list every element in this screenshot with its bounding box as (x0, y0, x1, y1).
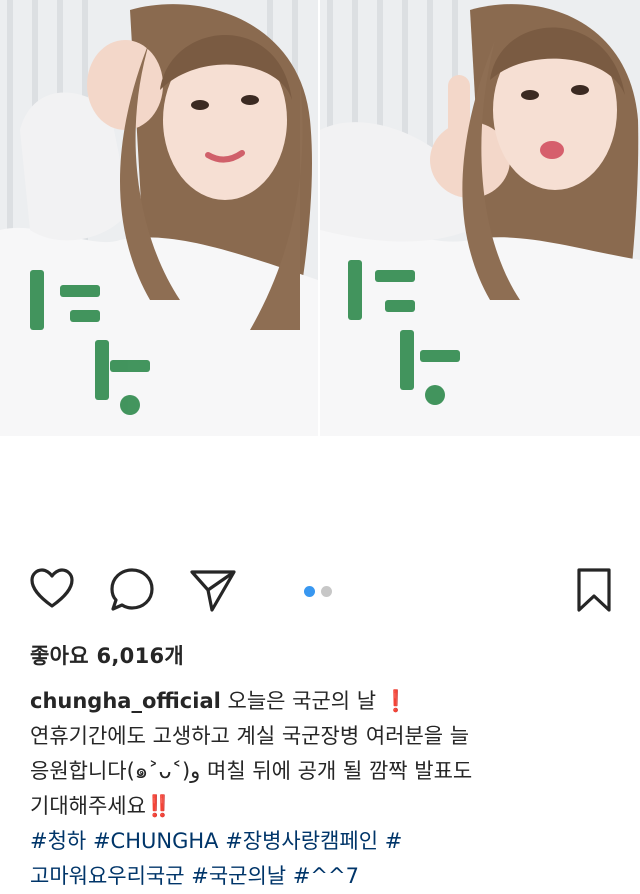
caption-line-1: chungha_official 오늘은 국군의 날 ❗ (30, 684, 620, 719)
photo-illustration-thumbs-up (320, 0, 640, 436)
comment-bubble-icon (110, 568, 154, 611)
hashtag-link[interactable]: #장병사랑캠페인 (225, 829, 378, 853)
hashtag-link[interactable]: #CHUNGHA (93, 829, 219, 853)
bookmark-icon (577, 568, 611, 612)
caption-line-3: 응원합니다(๑˃ᴗ˂)و 며칠 뒤에 공개 될 깜짝 발표도 (30, 759, 473, 783)
post-media-carousel[interactable] (0, 0, 640, 436)
caption-line-2: 연휴기간에도 고생하고 계실 국군장병 여러분을 늘 (30, 724, 470, 748)
share-button[interactable] (188, 566, 238, 618)
hashtag-link[interactable]: #청하 (30, 829, 86, 853)
post-action-bar (0, 566, 640, 618)
carousel-dot-active (304, 586, 315, 597)
post-hashtags: #청하 #CHUNGHA #장병사랑캠페인 # 고마워요우리국군 #국군의날 #… (30, 824, 620, 894)
hashtag-link[interactable]: #국군의날 (191, 864, 286, 888)
caption-username[interactable]: chungha_official (30, 689, 221, 713)
post-photo-2[interactable] (320, 0, 640, 436)
hashtag-link[interactable]: 고마워요우리국군 (30, 864, 185, 888)
heart-icon (30, 568, 74, 608)
hashtag-line-1: #청하 #CHUNGHA #장병사랑캠페인 # (30, 824, 620, 859)
send-arrow-icon (190, 570, 236, 612)
carousel-dot-inactive (321, 586, 332, 597)
carousel-indicator (304, 586, 332, 597)
hashtag-link[interactable]: #^^7 (293, 864, 359, 888)
caption-line-4: 기대해주세요‼️ (30, 794, 173, 818)
caption-text-1: 오늘은 국군의 날 ❗ (227, 689, 409, 713)
post-caption: chungha_official 오늘은 국군의 날 ❗ 연휴기간에도 고생하고… (30, 684, 620, 824)
post-photo-1[interactable] (0, 0, 318, 436)
hashtag-line-2: 고마워요우리국군 #국군의날 #^^7 (30, 859, 620, 894)
save-button[interactable] (574, 566, 614, 618)
hashtag-link[interactable]: # (385, 829, 403, 853)
likes-count[interactable]: 좋아요 6,016개 (30, 640, 184, 670)
like-button[interactable] (28, 566, 76, 618)
photo-illustration-fist (0, 0, 318, 436)
comment-button[interactable] (108, 566, 156, 618)
